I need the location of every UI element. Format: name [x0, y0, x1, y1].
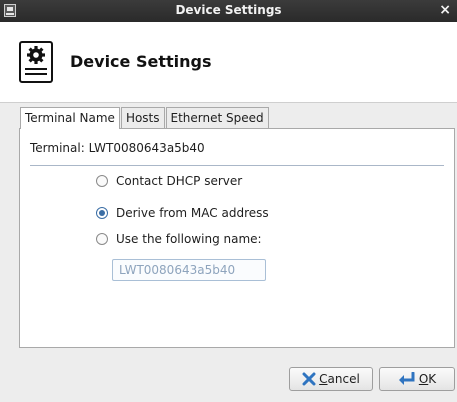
radio-dhcp-option[interactable]: Contact DHCP server	[96, 172, 242, 190]
window-titlebar: Device Settings ×	[0, 0, 457, 22]
separator	[30, 165, 444, 166]
terminal-name-panel: Terminal: LWT0080643a5b40 Contact DHCP s…	[19, 128, 455, 348]
window-title: Device Settings	[175, 3, 282, 17]
cancel-label-rest: ancel	[327, 372, 360, 386]
tab-hosts[interactable]: Hosts	[120, 107, 165, 128]
cancel-x-icon	[302, 372, 316, 386]
radio-mac-label: Derive from MAC address	[116, 206, 269, 220]
radio-dhcp[interactable]	[96, 175, 108, 187]
cancel-button[interactable]: Cancel	[289, 367, 373, 391]
settings-tabs: Terminal Name Hosts Ethernet Speed	[20, 107, 270, 129]
ok-button[interactable]: OK	[379, 367, 455, 391]
dialog-title: Device Settings	[70, 52, 212, 71]
radio-custom[interactable]	[96, 233, 108, 245]
device-settings-icon	[19, 41, 53, 83]
window-close-button[interactable]: ×	[439, 2, 451, 18]
radio-mac-option[interactable]: Derive from MAC address	[96, 204, 269, 222]
dialog-header: Device Settings	[0, 22, 457, 103]
custom-name-field[interactable]: LWT0080643a5b40	[112, 259, 266, 281]
cancel-mnemonic: C	[319, 372, 328, 386]
radio-dhcp-label: Contact DHCP server	[116, 174, 243, 188]
radio-mac[interactable]	[96, 207, 108, 219]
terminal-value: LWT0080643a5b40	[88, 141, 205, 155]
tab-ethernet-speed[interactable]: Ethernet Speed	[165, 107, 269, 128]
terminal-label: Terminal:	[30, 141, 85, 155]
tab-terminal-name[interactable]: Terminal Name	[20, 107, 120, 129]
radio-custom-option[interactable]: Use the following name:	[96, 230, 262, 248]
ok-mnemonic: O	[418, 372, 429, 386]
terminal-name-display: Terminal: LWT0080643a5b40	[30, 141, 205, 155]
ok-label-rest: K	[428, 372, 437, 386]
ok-arrow-icon	[398, 372, 416, 386]
radio-custom-label: Use the following name:	[116, 232, 262, 246]
